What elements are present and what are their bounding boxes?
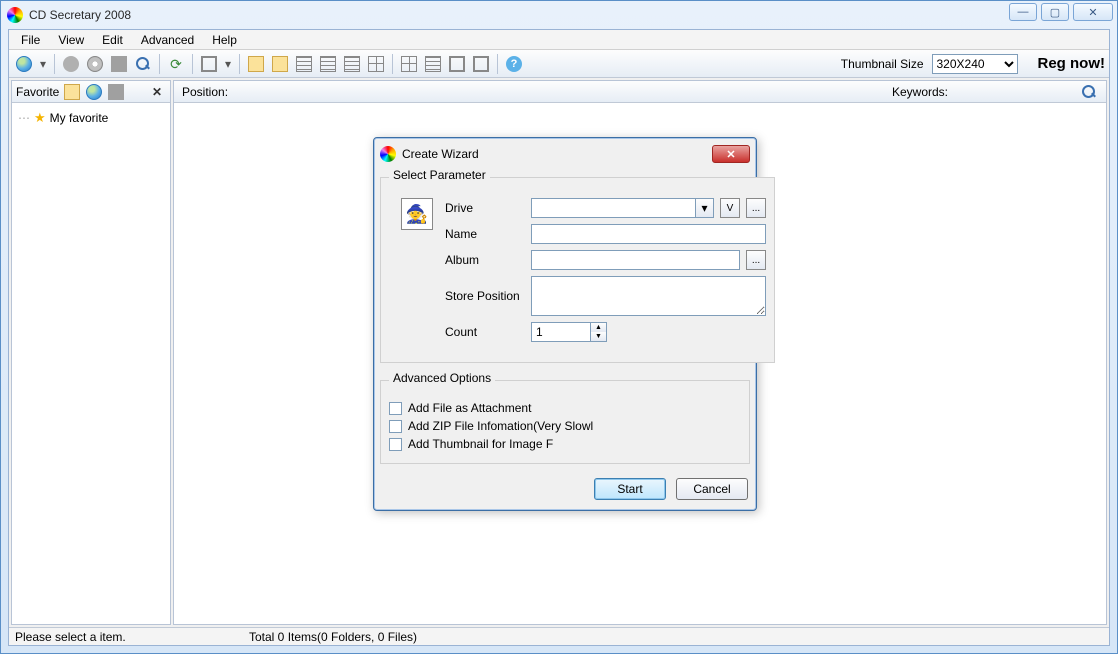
checkbox[interactable] [389,402,402,415]
count-up-button[interactable]: ▲ [591,323,606,332]
count-down-button[interactable]: ▼ [591,332,606,341]
store-position-label: Store Position [445,289,525,303]
create-wizard-dialog: Create Wizard ✕ Select Parameter 🧙 Drive… [373,137,757,511]
advanced-options-title: Advanced Options [389,371,495,385]
check-label: Add ZIP File Infomation(Very Slowl [408,419,593,433]
album-label: Album [445,253,525,267]
advanced-options-group: Advanced Options Add File as Attachment … [380,373,750,464]
name-label: Name [445,227,525,241]
dialog-titlebar[interactable]: Create Wizard ✕ [378,142,752,166]
modal-overlay: Create Wizard ✕ Select Parameter 🧙 Drive… [1,1,1117,653]
dialog-close-button[interactable]: ✕ [712,145,750,163]
check-label: Add Thumbnail for Image F [408,437,553,451]
checkbox[interactable] [389,438,402,451]
check-label: Add File as Attachment [408,401,531,415]
check-add-zip-info[interactable]: Add ZIP File Infomation(Very Slowl [389,419,741,433]
count-label: Count [445,325,525,339]
check-add-thumbnail[interactable]: Add Thumbnail for Image F [389,437,741,451]
count-spinner[interactable]: ▲ ▼ [531,322,607,342]
album-browse-button[interactable]: ... [746,250,766,270]
select-parameter-group: Select Parameter 🧙 Drive ▾ V ... [380,170,775,363]
chevron-down-icon[interactable]: ▾ [696,198,714,218]
drive-combo[interactable]: ▾ [531,198,714,218]
drive-label: Drive [445,201,525,215]
store-position-input[interactable] [531,276,766,316]
drive-v-button[interactable]: V [720,198,740,218]
dialog-title: Create Wizard [402,147,479,161]
checkbox[interactable] [389,420,402,433]
album-input[interactable] [531,250,740,270]
dialog-app-icon [380,146,396,162]
start-button[interactable]: Start [594,478,666,500]
wizard-icon: 🧙 [401,198,433,230]
count-input[interactable] [531,322,591,342]
name-input[interactable] [531,224,766,244]
drive-browse-button[interactable]: ... [746,198,766,218]
drive-input[interactable] [531,198,696,218]
check-add-file-attachment[interactable]: Add File as Attachment [389,401,741,415]
select-parameter-title: Select Parameter [389,168,490,182]
cancel-button[interactable]: Cancel [676,478,748,500]
app-window: CD Secretary 2008 — ▢ ✕ File View Edit A… [0,0,1118,654]
